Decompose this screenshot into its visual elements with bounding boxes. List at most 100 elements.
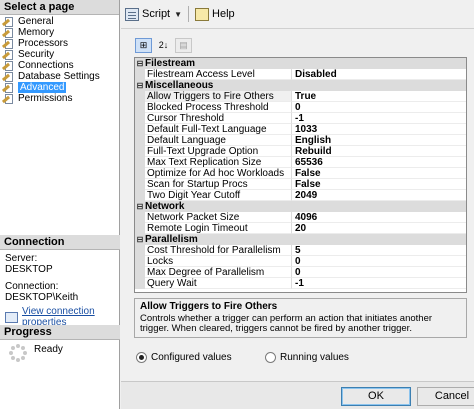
property-name[interactable]: Full-Text Upgrade Option	[145, 146, 292, 157]
configured-values-label: Configured values	[151, 352, 232, 363]
description-panel: Allow Triggers to Fire Others Controls w…	[134, 298, 467, 338]
category-miscellaneous[interactable]: ⊟ Miscellaneous	[135, 80, 466, 91]
property-name[interactable]: Max Degree of Parallelism	[145, 267, 292, 278]
property-value[interactable]: Disabled	[292, 69, 466, 80]
configured-values-radio-circle[interactable]	[136, 352, 147, 363]
page-item-label: Memory	[18, 27, 55, 38]
category-filestream[interactable]: ⊟ Filestream	[135, 58, 466, 69]
row-gutter	[135, 69, 145, 80]
property-row[interactable]: Max Text Replication Size 65536	[135, 157, 466, 168]
property-value[interactable]: 2049	[292, 190, 466, 201]
property-row[interactable]: Scan for Startup Procs False	[135, 179, 466, 190]
property-value[interactable]: True	[292, 91, 466, 102]
property-grid[interactable]: ⊟ Filestream Filestream Access Level Disabl…	[134, 57, 467, 293]
property-value[interactable]: 65536	[292, 157, 466, 168]
property-name[interactable]: Default Language	[145, 135, 292, 146]
page-item-processors[interactable]: Processors	[1, 38, 119, 49]
cancel-button[interactable]: Cancel	[417, 387, 474, 406]
property-pages-button[interactable]: ▤	[175, 38, 192, 53]
property-row[interactable]: Blocked Process Threshold 0	[135, 102, 466, 113]
property-name[interactable]: Remote Login Timeout	[145, 223, 292, 234]
property-value[interactable]: 1033	[292, 124, 466, 135]
property-name[interactable]: Network Packet Size	[145, 212, 292, 223]
property-grid-toolbar: ⊞ 2↓ ▤	[135, 38, 195, 53]
property-row[interactable]: Network Packet Size 4096	[135, 212, 466, 223]
running-values-radio[interactable]: Running values	[265, 352, 349, 363]
help-button[interactable]: Help	[195, 7, 235, 21]
property-name[interactable]: Filestream Access Level	[145, 69, 292, 80]
page-item-general[interactable]: General	[1, 16, 119, 27]
spinner-dot	[20, 346, 25, 351]
left-pane: Select a page General Memory Processors Sec…	[0, 0, 120, 409]
category-label: Miscellaneous	[145, 79, 214, 91]
categorized-view-button[interactable]: ⊞	[135, 38, 152, 53]
property-row[interactable]: Max Degree of Parallelism 0	[135, 267, 466, 278]
property-row[interactable]: Remote Login Timeout 20	[135, 223, 466, 234]
property-name[interactable]: Max Text Replication Size	[145, 157, 292, 168]
spinner-dot	[9, 351, 13, 355]
property-value[interactable]: 0	[292, 256, 466, 267]
running-values-radio-circle[interactable]	[265, 352, 276, 363]
property-value[interactable]: -1	[292, 278, 466, 289]
property-name[interactable]: Optimize for Ad hoc Workloads	[145, 168, 292, 179]
row-gutter	[135, 278, 145, 289]
property-value[interactable]: 20	[292, 223, 466, 234]
page-item-memory[interactable]: Memory	[1, 27, 119, 38]
configured-values-radio[interactable]: Configured values	[136, 352, 232, 363]
property-value[interactable]: 5	[292, 245, 466, 256]
property-row[interactable]: Allow Triggers to Fire Others True	[135, 91, 466, 102]
page-wrench-icon	[1, 49, 15, 60]
spinner-dot	[16, 358, 20, 362]
property-row[interactable]: Locks 0	[135, 256, 466, 267]
alphabetical-sort-button[interactable]: 2↓	[155, 38, 172, 53]
property-value[interactable]: Rebuild	[292, 146, 466, 157]
property-value[interactable]: False	[292, 168, 466, 179]
property-value[interactable]: -1	[292, 113, 466, 124]
progress-area: Ready	[8, 343, 63, 363]
collapse-icon[interactable]: ⊟	[135, 234, 145, 245]
property-value[interactable]: English	[292, 135, 466, 146]
page-item-advanced[interactable]: Advanced	[1, 82, 119, 93]
property-row[interactable]: Default Full-Text Language 1033	[135, 124, 466, 135]
property-name[interactable]: Scan for Startup Procs	[145, 179, 292, 190]
property-row[interactable]: Full-Text Upgrade Option Rebuild	[135, 146, 466, 157]
connection-label: Connection:	[5, 281, 59, 292]
property-value[interactable]: 4096	[292, 212, 466, 223]
collapse-icon[interactable]: ⊟	[135, 80, 145, 91]
property-name[interactable]: Locks	[145, 256, 292, 267]
property-name[interactable]: Query Wait	[145, 278, 292, 289]
page-item-permissions[interactable]: Permissions	[1, 93, 119, 104]
property-name[interactable]: Two Digit Year Cutoff	[145, 190, 292, 201]
ok-button[interactable]: OK	[341, 387, 411, 406]
property-row[interactable]: Default Language English	[135, 135, 466, 146]
collapse-icon[interactable]: ⊟	[135, 201, 145, 212]
row-gutter	[135, 91, 145, 102]
property-name[interactable]: Blocked Process Threshold	[145, 102, 292, 113]
property-name[interactable]: Cursor Threshold	[145, 113, 292, 124]
property-row[interactable]: Two Digit Year Cutoff 2049	[135, 190, 466, 201]
property-name[interactable]: Allow Triggers to Fire Others	[145, 91, 292, 102]
property-row[interactable]: Query Wait -1	[135, 278, 466, 289]
connection-value: DESKTOP\Keith	[5, 292, 79, 303]
page-item-security[interactable]: Security	[1, 49, 119, 60]
property-name[interactable]: Default Full-Text Language	[145, 124, 292, 135]
script-icon	[125, 7, 139, 21]
property-value[interactable]: 0	[292, 267, 466, 278]
property-name[interactable]: Cost Threshold for Parallelism	[145, 245, 292, 256]
script-dropdown-icon[interactable]: ▼	[174, 10, 182, 19]
category-network[interactable]: ⊟ Network	[135, 201, 466, 212]
property-row[interactable]: Cost Threshold for Parallelism 5	[135, 245, 466, 256]
property-value[interactable]: False	[292, 179, 466, 190]
property-row[interactable]: Optimize for Ad hoc Workloads False	[135, 168, 466, 179]
page-item-database-settings[interactable]: Database Settings	[1, 71, 119, 82]
page-item-connections[interactable]: Connections	[1, 60, 119, 71]
collapse-icon[interactable]: ⊟	[135, 58, 145, 69]
row-gutter	[135, 179, 145, 190]
property-row[interactable]: Cursor Threshold -1	[135, 113, 466, 124]
page-wrench-icon	[1, 16, 15, 27]
property-value[interactable]: 0	[292, 102, 466, 113]
script-button[interactable]: Script ▼	[125, 7, 182, 21]
category-parallelism[interactable]: ⊟ Parallelism	[135, 234, 466, 245]
connection-info: Server: DESKTOP Connection: DESKTOP\Keit…	[5, 253, 119, 328]
property-row[interactable]: Filestream Access Level Disabled	[135, 69, 466, 80]
